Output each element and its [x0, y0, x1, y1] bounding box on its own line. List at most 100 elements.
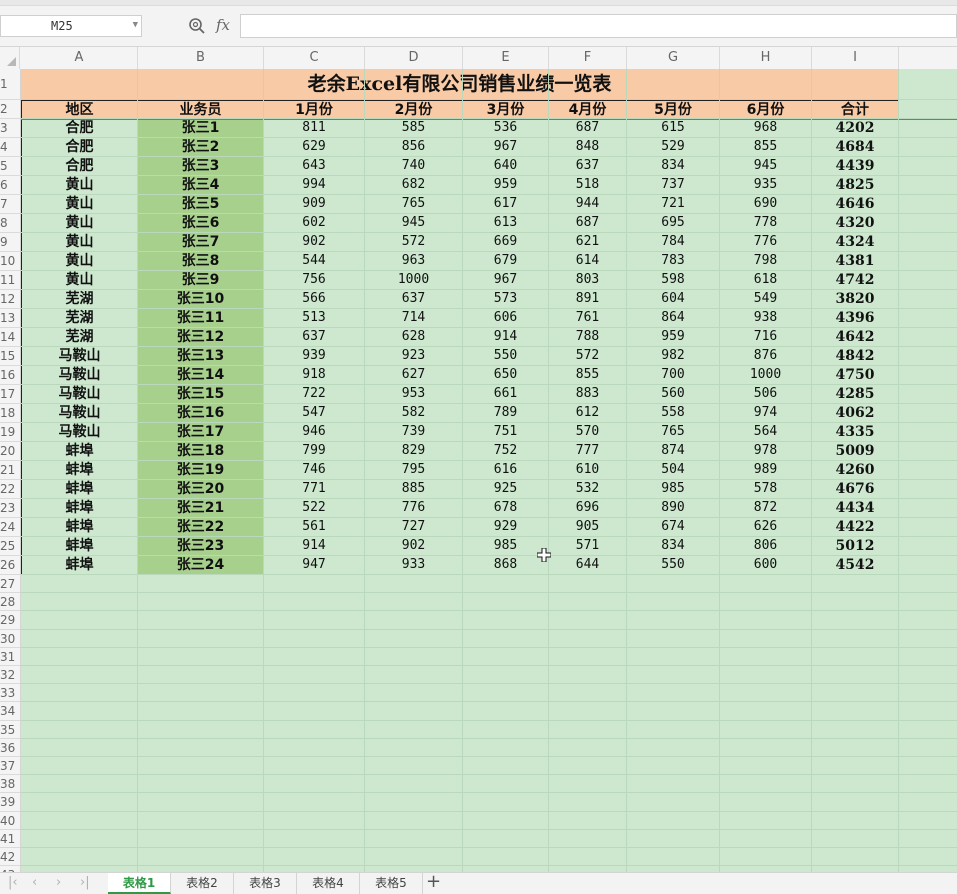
- sales-value-cell[interactable]: 687: [549, 119, 627, 138]
- row-header-34[interactable]: 34: [0, 702, 20, 721]
- region-cell[interactable]: 蚌埠: [21, 461, 138, 480]
- salesperson-cell[interactable]: 张三4: [138, 176, 264, 195]
- region-cell[interactable]: 马鞍山: [21, 423, 138, 442]
- sales-value-cell[interactable]: 959: [627, 328, 720, 347]
- sales-value-cell[interactable]: 621: [549, 233, 627, 252]
- sales-value-cell[interactable]: 618: [720, 271, 812, 290]
- sales-value-cell[interactable]: 626: [720, 518, 812, 537]
- column-header-f[interactable]: F: [549, 47, 627, 69]
- sales-value-cell[interactable]: 722: [264, 385, 365, 404]
- sales-value-cell[interactable]: 643: [264, 157, 365, 176]
- chevron-down-icon[interactable]: ▼: [133, 20, 138, 30]
- sales-value-cell[interactable]: 834: [627, 157, 720, 176]
- column-header-c[interactable]: C: [264, 47, 365, 69]
- salesperson-cell[interactable]: 张三5: [138, 195, 264, 214]
- sales-value-cell[interactable]: 864: [627, 309, 720, 328]
- header-cell[interactable]: 3月份: [463, 100, 549, 119]
- salesperson-cell[interactable]: 张三16: [138, 404, 264, 423]
- sales-value-cell[interactable]: 1000: [720, 366, 812, 385]
- row-header-3[interactable]: 3: [0, 119, 20, 138]
- region-cell[interactable]: 芜湖: [21, 290, 138, 309]
- salesperson-cell[interactable]: 张三20: [138, 480, 264, 499]
- sales-value-cell[interactable]: 504: [627, 461, 720, 480]
- region-cell[interactable]: 合肥: [21, 157, 138, 176]
- sales-value-cell[interactable]: 783: [627, 252, 720, 271]
- sales-value-cell[interactable]: 945: [365, 214, 463, 233]
- sales-value-cell[interactable]: 687: [549, 214, 627, 233]
- sales-value-cell[interactable]: 890: [627, 499, 720, 518]
- sheet-tab-3[interactable]: 表格3: [234, 873, 297, 894]
- total-cell[interactable]: 4202: [812, 119, 899, 138]
- sales-value-cell[interactable]: 582: [365, 404, 463, 423]
- header-cell[interactable]: 2月份: [365, 100, 463, 119]
- total-cell[interactable]: 4842: [812, 347, 899, 366]
- sales-value-cell[interactable]: 695: [627, 214, 720, 233]
- sales-value-cell[interactable]: 644: [549, 556, 627, 575]
- sales-value-cell[interactable]: 629: [264, 138, 365, 157]
- region-cell[interactable]: 合肥: [21, 138, 138, 157]
- row-header-25[interactable]: 25: [0, 537, 20, 556]
- row-header-11[interactable]: 11: [0, 271, 20, 290]
- sales-value-cell[interactable]: 795: [365, 461, 463, 480]
- sales-value-cell[interactable]: 585: [365, 119, 463, 138]
- sheet-tab-5[interactable]: 表格5: [360, 873, 423, 894]
- sales-value-cell[interactable]: 602: [264, 214, 365, 233]
- sales-value-cell[interactable]: 529: [627, 138, 720, 157]
- next-sheet-icon[interactable]: ›: [56, 875, 61, 890]
- sales-value-cell[interactable]: 938: [720, 309, 812, 328]
- row-header-23[interactable]: 23: [0, 499, 20, 518]
- row-header-40[interactable]: 40: [0, 812, 20, 830]
- sales-value-cell[interactable]: 982: [627, 347, 720, 366]
- total-cell[interactable]: 4422: [812, 518, 899, 537]
- row-header-6[interactable]: 6: [0, 176, 20, 195]
- row-header-38[interactable]: 38: [0, 775, 20, 794]
- region-cell[interactable]: 芜湖: [21, 309, 138, 328]
- row-header-9[interactable]: 9: [0, 233, 20, 252]
- sales-value-cell[interactable]: 700: [627, 366, 720, 385]
- row-header-1[interactable]: 1: [0, 69, 20, 100]
- formula-input[interactable]: [240, 14, 957, 38]
- sales-value-cell[interactable]: 714: [365, 309, 463, 328]
- total-cell[interactable]: 4684: [812, 138, 899, 157]
- sales-value-cell[interactable]: 803: [549, 271, 627, 290]
- row-header-18[interactable]: 18: [0, 404, 20, 423]
- sales-value-cell[interactable]: 953: [365, 385, 463, 404]
- sales-value-cell[interactable]: 549: [720, 290, 812, 309]
- sales-value-cell[interactable]: 929: [463, 518, 549, 537]
- sales-value-cell[interactable]: 572: [365, 233, 463, 252]
- select-all-corner[interactable]: [0, 47, 20, 69]
- sales-value-cell[interactable]: 578: [720, 480, 812, 499]
- sales-value-cell[interactable]: 891: [549, 290, 627, 309]
- region-cell[interactable]: 黄山: [21, 176, 138, 195]
- sales-value-cell[interactable]: 566: [264, 290, 365, 309]
- region-cell[interactable]: 黄山: [21, 214, 138, 233]
- sales-value-cell[interactable]: 799: [264, 442, 365, 461]
- name-box[interactable]: M25 ▼: [0, 15, 142, 37]
- sales-value-cell[interactable]: 829: [365, 442, 463, 461]
- sales-value-cell[interactable]: 967: [463, 138, 549, 157]
- sales-value-cell[interactable]: 914: [463, 328, 549, 347]
- total-cell[interactable]: 4434: [812, 499, 899, 518]
- total-cell[interactable]: 4646: [812, 195, 899, 214]
- salesperson-cell[interactable]: 张三1: [138, 119, 264, 138]
- region-cell[interactable]: 合肥: [21, 119, 138, 138]
- sales-value-cell[interactable]: 798: [720, 252, 812, 271]
- sales-value-cell[interactable]: 740: [365, 157, 463, 176]
- sales-value-cell[interactable]: 933: [365, 556, 463, 575]
- row-header-19[interactable]: 19: [0, 423, 20, 442]
- table-title[interactable]: 老余Excel有限公司销售业绩一览表: [21, 69, 898, 100]
- sales-value-cell[interactable]: 506: [720, 385, 812, 404]
- sales-value-cell[interactable]: 967: [463, 271, 549, 290]
- row-header-39[interactable]: 39: [0, 793, 20, 812]
- sales-value-cell[interactable]: 834: [627, 537, 720, 556]
- salesperson-cell[interactable]: 张三19: [138, 461, 264, 480]
- sales-value-cell[interactable]: 788: [549, 328, 627, 347]
- salesperson-cell[interactable]: 张三10: [138, 290, 264, 309]
- sales-value-cell[interactable]: 606: [463, 309, 549, 328]
- sales-value-cell[interactable]: 946: [264, 423, 365, 442]
- row-header-20[interactable]: 20: [0, 442, 20, 461]
- sales-value-cell[interactable]: 765: [365, 195, 463, 214]
- sales-value-cell[interactable]: 678: [463, 499, 549, 518]
- sheet-tab-4[interactable]: 表格4: [297, 873, 360, 894]
- sales-value-cell[interactable]: 994: [264, 176, 365, 195]
